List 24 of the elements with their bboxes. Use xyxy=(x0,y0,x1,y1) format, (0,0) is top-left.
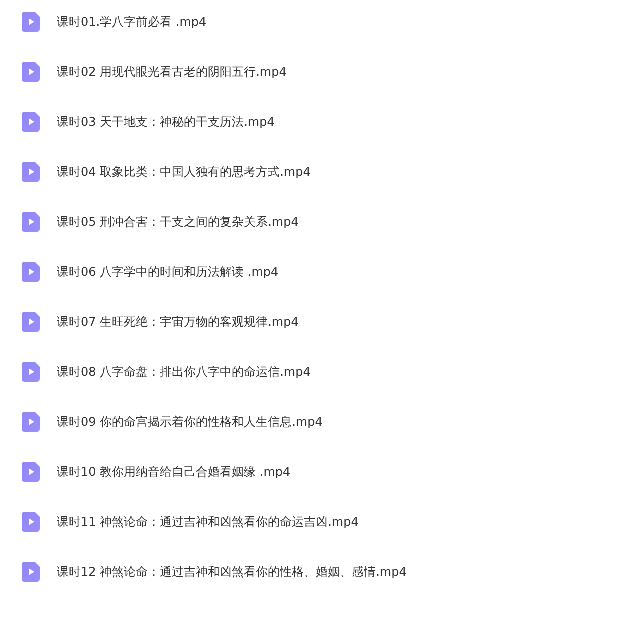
file-name[interactable]: 课时01.学八字前必看 .mp4 xyxy=(57,14,207,30)
video-file-icon xyxy=(22,62,40,82)
video-file-icon xyxy=(22,562,40,582)
file-name[interactable]: 课时07 生旺死绝：宇宙万物的客观规律.mp4 xyxy=(57,314,299,330)
video-file-icon xyxy=(22,112,40,132)
video-file-icon xyxy=(22,262,40,282)
file-name[interactable]: 课时08 八字命盘：排出你八字中的命运信.mp4 xyxy=(57,364,311,380)
video-file-icon xyxy=(22,462,40,482)
file-name[interactable]: 课时11 神煞论命：通过吉神和凶煞看你的命运吉凶.mp4 xyxy=(57,514,359,530)
video-file-icon xyxy=(22,312,40,332)
video-file-icon xyxy=(22,412,40,432)
file-name[interactable]: 课时03 天干地支：神秘的干支历法.mp4 xyxy=(57,114,275,130)
file-name[interactable]: 课时05 刑冲合害：干支之间的复杂关系.mp4 xyxy=(57,214,299,230)
file-name[interactable]: 课时10 教你用纳音给自己合婚看姻缘 .mp4 xyxy=(57,464,291,480)
file-name[interactable]: 课时04 取象比类：中国人独有的思考方式.mp4 xyxy=(57,164,311,180)
file-name[interactable]: 课时09 你的命宫揭示着你的性格和人生信息.mp4 xyxy=(57,414,323,430)
video-file-icon xyxy=(22,512,40,532)
video-file-icon xyxy=(22,162,40,182)
video-file-icon xyxy=(22,362,40,382)
file-name[interactable]: 课时02 用现代眼光看古老的阴阳五行.mp4 xyxy=(57,64,287,80)
video-file-icon xyxy=(22,212,40,232)
file-name[interactable]: 课时06 八字学中的时间和历法解读 .mp4 xyxy=(57,264,279,280)
video-file-icon xyxy=(22,12,40,32)
file-name[interactable]: 课时12 神煞论命：通过吉神和凶煞看你的性格、婚姻、感情.mp4 xyxy=(57,564,407,580)
